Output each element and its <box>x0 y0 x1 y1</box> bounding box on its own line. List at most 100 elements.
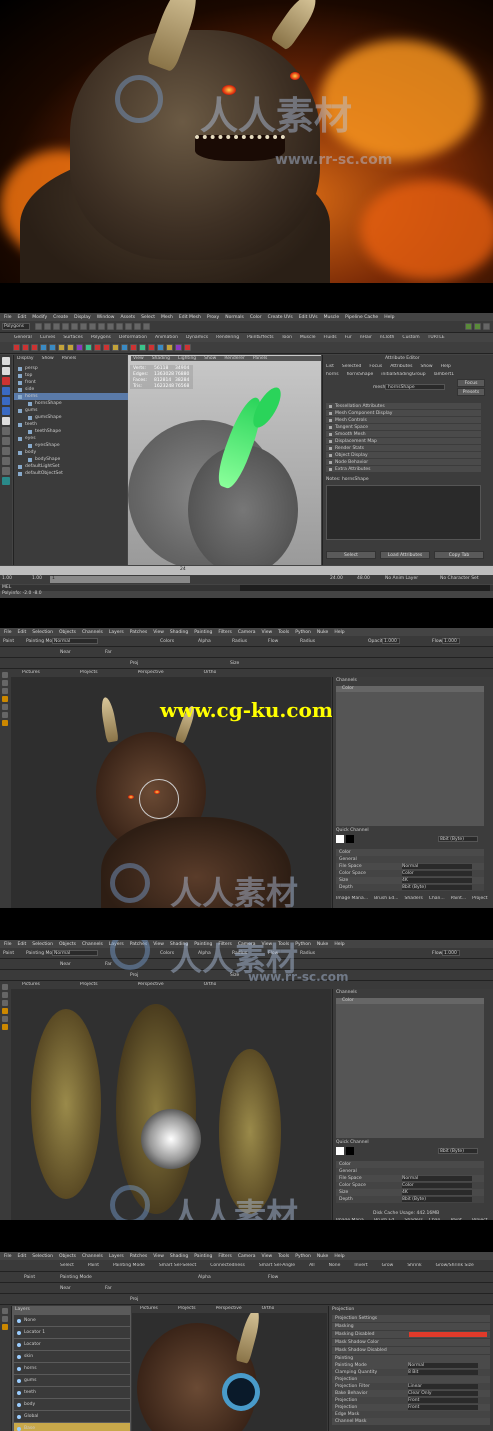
menu-modify[interactable]: Modify <box>32 315 47 320</box>
channel-item-color[interactable]: Color <box>342 686 354 691</box>
menu-file[interactable]: File <box>4 630 12 635</box>
menu-assets[interactable]: Assets <box>120 315 135 320</box>
shelf-tab-general[interactable]: General <box>14 335 32 340</box>
shelf-tool-icon[interactable] <box>49 344 56 351</box>
shelf-tab-nhair[interactable]: nHair <box>360 335 372 340</box>
layout-two-icon[interactable] <box>2 447 10 455</box>
menu-view[interactable]: View <box>153 630 164 635</box>
projection-property[interactable]: Bake Behavior Clear Only <box>332 1390 490 1397</box>
menu-help[interactable]: Help <box>334 1254 344 1259</box>
visibility-eye-icon[interactable] <box>17 1366 21 1371</box>
character-set-dropdown[interactable]: No Character Set <box>440 576 479 581</box>
shelf-tool-icon[interactable] <box>85 344 92 351</box>
menu-edit-uvs[interactable]: Edit UVs <box>299 315 318 320</box>
menu-painting[interactable]: Painting <box>194 630 212 635</box>
outliner-item[interactable]: side <box>14 386 128 393</box>
snap-curve-icon[interactable] <box>98 323 105 330</box>
property-row[interactable]: Depth 8bit (Byte) <box>336 884 484 891</box>
toolbar-all[interactable]: All <box>309 1263 315 1268</box>
shelf-tab-custom[interactable]: Custom <box>402 335 419 340</box>
ae-tab-initialshadinggroup[interactable]: initialShadingGroup <box>381 372 425 377</box>
outliner-item[interactable]: bodyShape <box>14 456 128 463</box>
flow-field[interactable]: 1.000 <box>442 950 460 956</box>
viewport-menu-panels[interactable]: Panels <box>253 356 267 361</box>
time-slider[interactable]: 24 <box>0 566 493 575</box>
outliner-item[interactable]: top <box>14 372 128 379</box>
eraser-tool-icon[interactable] <box>2 688 8 694</box>
smudge-tool-icon[interactable] <box>2 1016 8 1022</box>
view-tab-perspective[interactable]: Perspective <box>138 982 164 987</box>
command-line[interactable]: MEL <box>0 585 493 591</box>
layout-four-icon[interactable] <box>2 437 10 445</box>
bottom-tab-project[interactable]: Project <box>472 1218 487 1220</box>
toolbar-connectedness[interactable]: Connectedness <box>210 1263 245 1268</box>
menu-view[interactable]: View <box>153 1254 164 1259</box>
view-tab-projects[interactable]: Projects <box>80 982 98 987</box>
view-tab-perspective[interactable]: Perspective <box>138 670 164 675</box>
shelf-tab-animation[interactable]: Animation <box>155 335 178 340</box>
layer-row[interactable]: Locator 1 <box>14 1327 130 1338</box>
menu-pipeline-cache[interactable]: Pipeline Cache <box>345 315 378 320</box>
scale-tool-icon[interactable] <box>2 407 10 415</box>
menu-python[interactable]: Python <box>295 1254 311 1259</box>
menu-nuke[interactable]: Nuke <box>317 942 328 947</box>
menu-patches[interactable]: Patches <box>130 630 147 635</box>
projection-property[interactable]: Painting Mode Normal <box>332 1362 490 1369</box>
render-icon[interactable] <box>125 323 132 330</box>
menu-channels[interactable]: Channels <box>82 1254 103 1259</box>
menu-normals[interactable]: Normals <box>225 315 244 320</box>
shelf-tool-icon[interactable] <box>67 344 74 351</box>
bottom-tab-brush-ed[interactable]: Brush Ed... <box>374 896 398 901</box>
menu-selection[interactable]: Selection <box>32 1254 53 1259</box>
menu-proxy[interactable]: Proxy <box>207 315 219 320</box>
shelf-tool-icon[interactable] <box>175 344 182 351</box>
visibility-eye-icon[interactable] <box>17 1414 21 1419</box>
projection-property[interactable]: Edge Mask <box>332 1411 490 1418</box>
bottom-tab-image-mana[interactable]: Image Mana... <box>336 896 368 901</box>
swatch-black[interactable] <box>346 1147 354 1155</box>
bottom-tab-paint[interactable]: Paint... <box>451 896 466 901</box>
toolbar-invert[interactable]: Invert <box>354 1263 367 1268</box>
shelf-tab-ncloth[interactable]: nCloth <box>380 335 395 340</box>
shelf-tool-icon[interactable] <box>112 344 119 351</box>
layer-row[interactable]: Locator <box>14 1339 130 1350</box>
ae-section-header[interactable]: Tessellation Attributes <box>326 403 481 409</box>
ae-section-header[interactable]: Object Display <box>326 452 481 458</box>
view-tab-ortho[interactable]: Ortho <box>204 982 217 987</box>
select-component-icon[interactable] <box>80 323 87 330</box>
layout-custom-icon[interactable] <box>2 477 10 485</box>
ae-section-header[interactable]: Mesh Component Display <box>326 410 481 416</box>
toolbar-paint[interactable]: Paint <box>88 1263 99 1268</box>
property-row[interactable]: General <box>336 856 484 863</box>
outliner-item[interactable]: persp <box>14 365 128 372</box>
menu-create-uvs[interactable]: Create UVs <box>268 315 293 320</box>
ae-tab-lambert1[interactable]: lambert1 <box>434 372 455 377</box>
shelf-tab-muscle[interactable]: Muscle <box>300 335 316 340</box>
menu-filters[interactable]: Filters <box>218 1254 232 1259</box>
shelf-tool-icon[interactable] <box>22 344 29 351</box>
menu-nuke[interactable]: Nuke <box>317 630 328 635</box>
property-row[interactable]: File Space Normal <box>336 1175 484 1182</box>
ae-section-header[interactable]: Extra Attributes <box>326 466 481 472</box>
shelf-tool-icon[interactable] <box>130 344 137 351</box>
shelf-tab-fluids[interactable]: Fluids <box>324 335 337 340</box>
shelf-tab-polygons[interactable]: Polygons <box>91 335 111 340</box>
bit-depth-dropdown[interactable]: 8bit (Byte) <box>438 1148 478 1154</box>
shelf-tool-icon[interactable] <box>31 344 38 351</box>
visibility-eye-icon[interactable] <box>17 1330 21 1335</box>
outliner-menu-show[interactable]: Show <box>42 356 54 361</box>
fill-tool-icon[interactable] <box>2 1024 8 1030</box>
menu-display[interactable]: Display <box>74 315 91 320</box>
shelf-tool-icon[interactable] <box>139 344 146 351</box>
property-row[interactable]: File Space Normal <box>336 863 484 870</box>
ae-load-attributes-button[interactable]: Load Attributes <box>380 551 430 559</box>
projection-property[interactable]: Clamping Quantity 8 Bit <box>332 1369 490 1376</box>
outliner-item[interactable]: horns <box>14 393 128 400</box>
bottom-tab-chan[interactable]: Chan... <box>429 896 445 901</box>
menu-channels[interactable]: Channels <box>82 942 103 947</box>
projection-property[interactable]: Projection Front <box>332 1404 490 1411</box>
menu-shading[interactable]: Shading <box>170 1254 188 1259</box>
viewport-menu-lighting[interactable]: Lighting <box>178 356 196 361</box>
layout-outliner-icon[interactable] <box>2 457 10 465</box>
shelf-tab-turtle[interactable]: TURTLE <box>428 335 445 340</box>
